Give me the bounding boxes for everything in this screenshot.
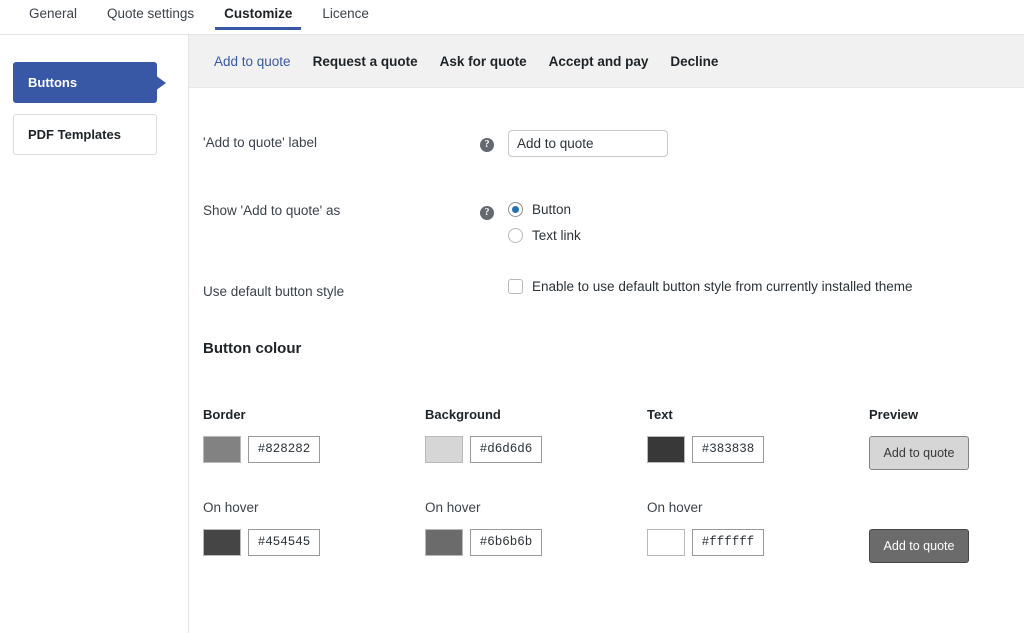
section-title-button-colour: Button colour [203,340,302,357]
checkbox-default-button-style[interactable]: Enable to use default button style from … [508,279,1024,294]
settings-form: 'Add to quote' label ? Show 'Add to quot… [189,88,1024,563]
subtab-add-to-quote[interactable]: Add to quote [203,54,302,69]
help-cell-add-to-quote-label: ? [480,130,508,152]
row-show-add-to-quote-as: Show 'Add to quote' as ? Button Text lin… [203,198,1024,279]
help-cell-default-style [480,279,508,283]
sidebar-item-buttons-label: Buttons [28,75,78,90]
subtab-decline[interactable]: Decline [659,54,729,69]
hex-input-border-hover[interactable]: #454545 [248,529,320,556]
label-use-default-button-style: Use default button style [203,284,345,299]
column-header-border-hover: On hover [203,500,259,515]
colour-column-background: Background #d6d6d6 [425,407,647,470]
label-show-add-to-quote-as: Show 'Add to quote' as [203,203,341,218]
label-add-to-quote-label: 'Add to quote' label [203,135,317,150]
field-cell-show-as: Button Text link [508,198,1024,250]
subtab-ask-for-quote[interactable]: Ask for quote [429,54,538,69]
hex-input-text[interactable]: #383838 [692,436,764,463]
column-header-border: Border [203,407,246,422]
help-icon[interactable]: ? [480,138,494,152]
tab-licence[interactable]: Licence [307,0,384,30]
preview-button-normal[interactable]: Add to quote [869,436,969,470]
colour-field-background-hover: #6b6b6b [425,529,647,556]
colour-swatch-background-hover[interactable] [425,529,463,556]
column-header-background-hover: On hover [425,500,481,515]
preview-button-hover[interactable]: Add to quote [869,529,969,563]
colour-swatch-border[interactable] [203,436,241,463]
sidebar-item-pdf-templates-label: PDF Templates [28,127,121,142]
tab-customize[interactable]: Customize [209,0,307,30]
colour-column-preview: Preview Add to quote [869,407,1024,470]
colour-column-border-hover: On hover #454545 [203,500,425,563]
column-header-preview-hover [869,500,1024,515]
colour-swatch-background[interactable] [425,436,463,463]
colour-swatch-text[interactable] [647,436,685,463]
colour-grid-normal-row: Border #828282 Background #d6d6d6 Text #… [203,407,1024,470]
content-panel: Add to quote Request a quote Ask for quo… [188,35,1024,633]
sidebar-item-pdf-templates[interactable]: PDF Templates [13,114,157,155]
tab-quote-settings[interactable]: Quote settings [92,0,209,30]
checkbox-icon[interactable] [508,279,523,294]
button-colour-grid: Border #828282 Background #d6d6d6 Text #… [203,407,1024,563]
colour-column-background-hover: On hover #6b6b6b [425,500,647,563]
radio-button-icon[interactable] [508,201,523,217]
hex-input-border[interactable]: #828282 [248,436,320,463]
colour-column-preview-hover: Add to quote [869,500,1024,563]
hex-input-background-hover[interactable]: #6b6b6b [470,529,542,556]
colour-column-border: Border #828282 [203,407,425,470]
subtab-accept-and-pay[interactable]: Accept and pay [538,54,660,69]
radio-option-text-link[interactable]: Text link [508,224,1024,246]
colour-column-text-hover: On hover #ffffff [647,500,869,563]
field-cell-add-to-quote-label [508,130,1024,157]
page-body: Buttons PDF Templates Add to quote Reque… [0,35,1024,633]
row-use-default-button-style: Use default button style Enable to use d… [203,279,1024,340]
colour-grid-hover-row: On hover #454545 On hover #6b6b6b On hov… [203,500,1024,563]
radio-text-link-icon[interactable] [508,227,523,243]
colour-field-border-hover: #454545 [203,529,425,556]
hex-input-text-hover[interactable]: #ffffff [692,529,764,556]
colour-field-text-hover: #ffffff [647,529,869,556]
radio-option-button-label: Button [532,201,572,217]
colour-column-text: Text #383838 [647,407,869,470]
colour-field-text: #383838 [647,436,869,463]
top-navigation: General Quote settings Customize Licence [0,0,1024,34]
subtab-request-a-quote[interactable]: Request a quote [302,54,429,69]
field-cell-default-style: Enable to use default button style from … [508,279,1024,294]
colour-swatch-border-hover[interactable] [203,529,241,556]
help-icon[interactable]: ? [480,206,494,220]
colour-field-background: #d6d6d6 [425,436,647,463]
column-header-background: Background [425,407,501,422]
colour-swatch-text-hover[interactable] [647,529,685,556]
radio-option-button[interactable]: Button [508,198,1024,220]
row-add-to-quote-label: 'Add to quote' label ? [203,130,1024,198]
sidebar: Buttons PDF Templates [0,35,188,166]
checkbox-default-button-style-label: Enable to use default button style from … [532,279,913,294]
column-header-text: Text [647,407,673,422]
column-header-text-hover: On hover [647,500,703,515]
hex-input-background[interactable]: #d6d6d6 [470,436,542,463]
sub-tab-bar: Add to quote Request a quote Ask for quo… [189,35,1024,88]
sidebar-item-buttons[interactable]: Buttons [13,62,166,103]
radio-option-text-link-label: Text link [532,227,581,243]
colour-field-border: #828282 [203,436,425,463]
add-to-quote-label-input[interactable] [508,130,668,157]
tab-general[interactable]: General [14,0,92,30]
help-cell-show-as: ? [480,198,508,220]
column-header-preview: Preview [869,407,919,422]
